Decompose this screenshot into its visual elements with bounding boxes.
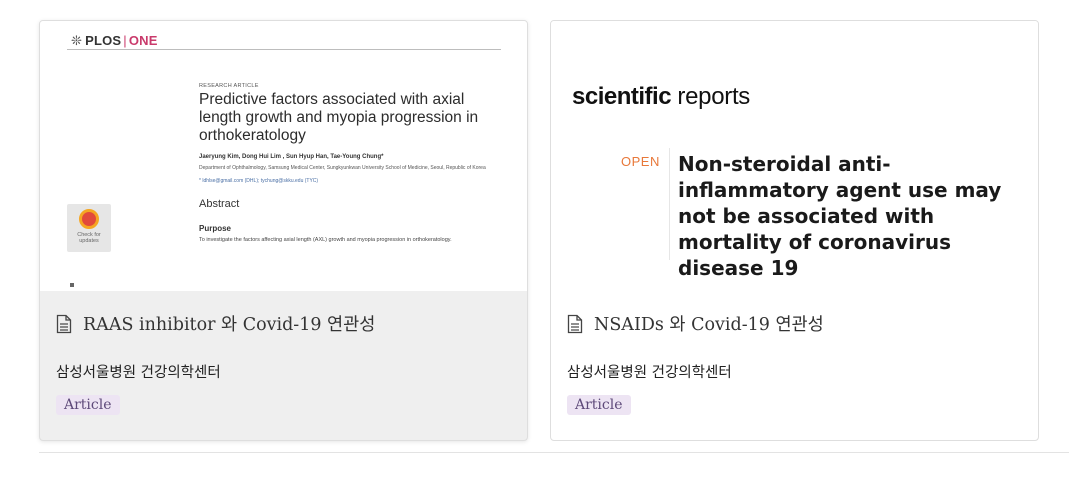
open-access-label: OPEN <box>621 154 660 169</box>
purpose-heading: Purpose <box>199 224 232 233</box>
article-thumbnail[interactable]: ❊ PLOS | ONE RESEARCH ARTICLE Predictive fa… <box>40 21 527 291</box>
check-for-updates-badge: Check for updates <box>67 204 111 252</box>
purpose-text: To investigate the factors affecting axi… <box>199 237 452 243</box>
scientific-reports-logo: scientific reports <box>572 83 751 110</box>
page-marker <box>70 283 74 287</box>
document-icon <box>56 314 72 333</box>
article-card-raas[interactable]: ❊ PLOS | ONE RESEARCH ARTICLE Predictive fa… <box>39 20 528 441</box>
section-divider <box>39 452 1069 453</box>
plos-one-logo: ❊ PLOS | ONE <box>71 33 158 48</box>
divider <box>669 148 670 260</box>
paper-affiliation: Department of Ophthalmology, Samsung Med… <box>199 165 486 171</box>
card-source: 삼성서울병원 건강의학센터 <box>56 365 221 381</box>
paper-title: Non-steroidal anti-inflammatory agent us… <box>678 152 1002 280</box>
card-source: 삼성서울병원 건강의학센터 <box>567 365 732 381</box>
plos-mark-icon: ❊ <box>71 33 83 48</box>
content-type-badge: Article <box>567 395 631 415</box>
card-title[interactable]: RAAS inhibitor 와 Covid-19 연관성 <box>56 311 375 336</box>
journal-header: ❊ PLOS | ONE <box>67 30 501 50</box>
article-type-label: RESEARCH ARTICLE <box>199 83 259 89</box>
paper-authors: Jaeryung Kim, Dong Hui Lim , Sun Hyup Ha… <box>199 154 384 160</box>
paper-title: Predictive factors associated with axial… <box>199 91 479 144</box>
article-card-nsaids[interactable]: scientific reports OPEN Non-steroidal an… <box>550 20 1039 441</box>
document-icon <box>567 314 583 333</box>
content-type-badge: Article <box>56 395 120 415</box>
paper-email: * ldhlse@gmail.com (DHL); tychung@skku.e… <box>199 178 319 184</box>
abstract-heading: Abstract <box>199 198 240 210</box>
card-title-text: NSAIDs 와 Covid-19 연관성 <box>594 315 824 335</box>
card-title-text: RAAS inhibitor 와 Covid-19 연관성 <box>83 315 376 335</box>
paper-preview: RESEARCH ARTICLE Predictive factors asso… <box>199 83 509 244</box>
card-title[interactable]: NSAIDs 와 Covid-19 연관성 <box>567 311 824 336</box>
article-thumbnail[interactable]: scientific reports OPEN Non-steroidal an… <box>551 21 1038 291</box>
check-updates-icon <box>79 209 99 229</box>
